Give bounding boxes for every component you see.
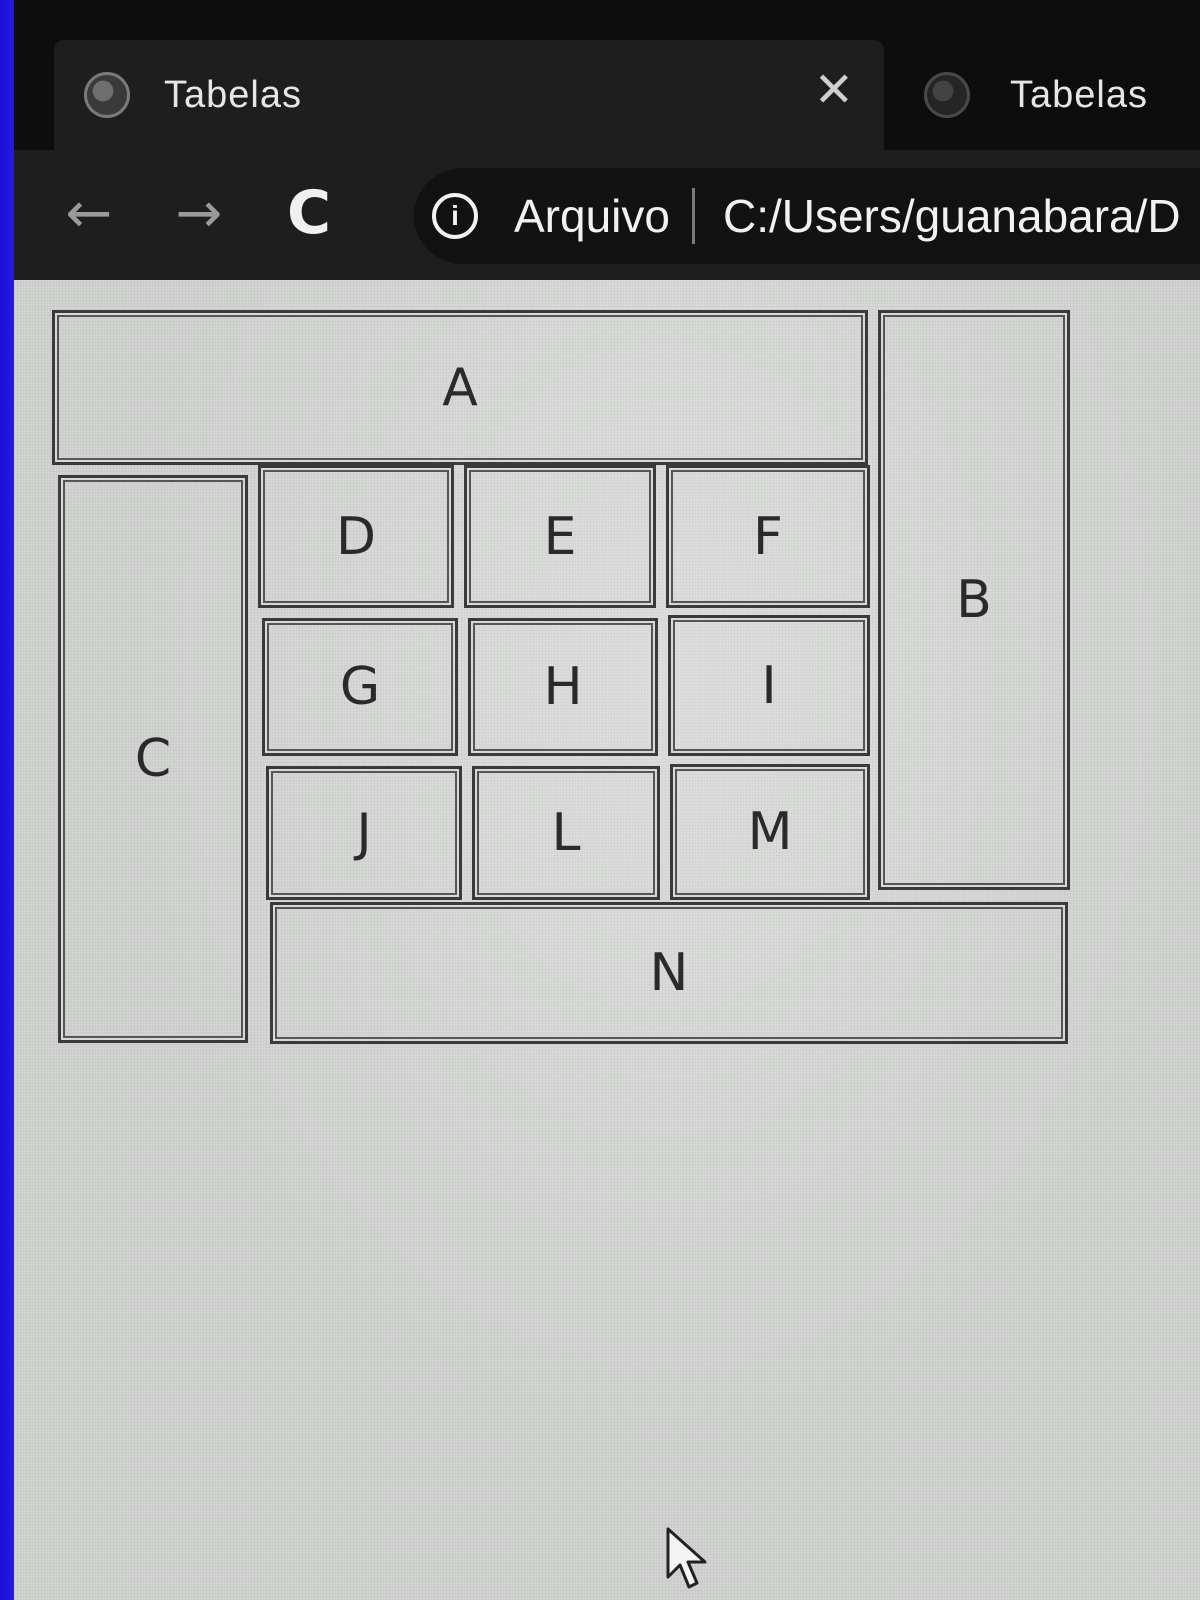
browser-toolbar: ← → C i Arquivo C:/Users/guanabara/D	[14, 150, 1200, 280]
address-separator	[691, 188, 695, 244]
address-url[interactable]: C:/Users/guanabara/D	[723, 189, 1181, 243]
mouse-cursor-icon	[666, 1527, 707, 1589]
table-cell-b: B	[878, 310, 1070, 890]
browser-window: Tabelas ✕ Tabelas ← → C i Arquivo C:/Use…	[14, 0, 1200, 1600]
table-cell-m: M	[670, 764, 870, 900]
tab-title: Tabelas	[164, 73, 302, 116]
tab-strip: Tabelas ✕ Tabelas	[14, 0, 1200, 150]
info-icon[interactable]: i	[432, 193, 478, 239]
table-cell-j: J	[266, 766, 462, 900]
table-cell-i: I	[668, 615, 870, 756]
table-cell-f: F	[666, 465, 870, 608]
table-cell-h: H	[468, 618, 658, 756]
close-tab-icon[interactable]: ✕	[814, 62, 854, 118]
globe-icon	[84, 72, 130, 118]
table-cell-g: G	[262, 618, 458, 756]
table-cell-l: L	[472, 766, 660, 900]
table-cell-e: E	[464, 465, 656, 608]
forward-arrow-icon[interactable]: →	[164, 178, 234, 248]
table-cell-c: C	[58, 475, 248, 1043]
reload-icon[interactable]: C	[274, 178, 344, 248]
table-cell-n: N	[270, 902, 1068, 1044]
table-cell-a: A	[52, 310, 868, 465]
tab-tabelas-inactive[interactable]: Tabelas	[894, 40, 1200, 150]
table-cell-d: D	[258, 465, 454, 608]
address-bar[interactable]: i Arquivo C:/Users/guanabara/D	[414, 168, 1200, 264]
back-arrow-icon[interactable]: ←	[54, 178, 124, 248]
globe-icon	[924, 72, 970, 118]
tab-title: Tabelas	[1010, 73, 1148, 116]
tab-tabelas-active[interactable]: Tabelas ✕	[54, 40, 884, 150]
page-content: A B C D E F G H I J L M N	[14, 280, 1200, 1600]
address-label: Arquivo	[514, 190, 670, 242]
